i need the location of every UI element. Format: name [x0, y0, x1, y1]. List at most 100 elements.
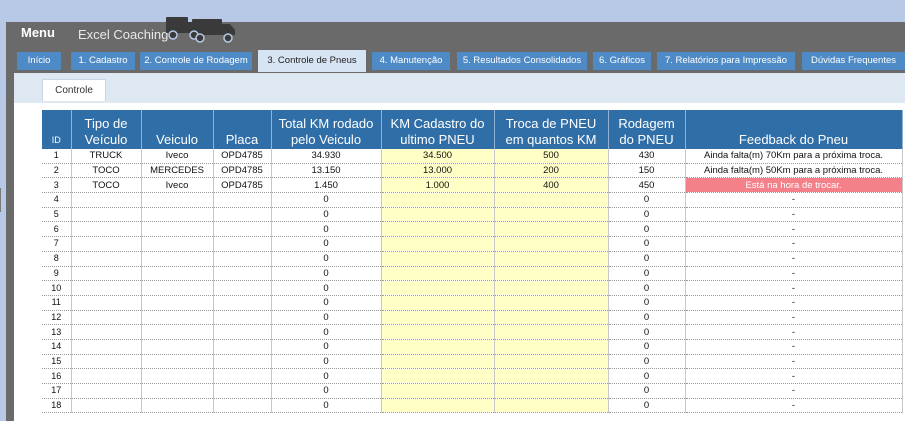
cell-km-cadastro[interactable] [381, 236, 495, 252]
cell-feedback[interactable]: - [685, 295, 903, 311]
cell-km-cadastro[interactable] [381, 310, 495, 326]
cell-tipo-veiculo[interactable] [71, 236, 142, 252]
cell-troca-pneu[interactable] [494, 354, 609, 370]
cell-feedback[interactable]: - [685, 398, 903, 414]
cell-id[interactable]: 5 [42, 207, 72, 223]
cell-troca-pneu[interactable]: 400 [494, 177, 609, 194]
cell-placa[interactable] [213, 192, 272, 208]
cell-rodagem[interactable]: 0 [608, 192, 686, 208]
cell-tipo-veiculo[interactable] [71, 295, 142, 311]
cell-veiculo[interactable] [141, 339, 214, 355]
cell-km-cadastro[interactable]: 13.000 [381, 163, 495, 179]
cell-tipo-veiculo[interactable] [71, 221, 142, 238]
cell-feedback[interactable]: Ainda falta(m) 70Km para a próxima troca… [685, 149, 903, 164]
cell-rodagem[interactable]: 0 [608, 398, 686, 414]
cell-feedback[interactable]: - [685, 324, 903, 340]
cell-rodagem[interactable]: 0 [608, 339, 686, 355]
cell-rodagem[interactable]: 0 [608, 295, 686, 311]
cell-feedback[interactable]: - [685, 236, 903, 252]
cell-rodagem[interactable]: 0 [608, 368, 686, 384]
cell-placa[interactable] [213, 310, 272, 326]
cell-km-cadastro[interactable] [381, 339, 495, 355]
cell-km-cadastro[interactable] [381, 354, 495, 370]
cell-rodagem[interactable]: 0 [608, 266, 686, 282]
cell-total-km[interactable]: 0 [271, 398, 382, 414]
cell-km-cadastro[interactable]: 34.500 [381, 149, 495, 164]
cell-tipo-veiculo[interactable] [71, 354, 142, 370]
cell-troca-pneu[interactable] [494, 383, 609, 399]
cell-km-cadastro[interactable] [381, 221, 495, 238]
cell-feedback[interactable]: - [685, 266, 903, 282]
cell-troca-pneu[interactable] [494, 236, 609, 252]
cell-veiculo[interactable] [141, 354, 214, 370]
cell-km-cadastro[interactable] [381, 295, 495, 311]
cell-placa[interactable]: OPD4785 [213, 149, 272, 164]
cell-placa[interactable] [213, 295, 272, 311]
cell-rodagem[interactable]: 0 [608, 221, 686, 238]
cell-total-km[interactable]: 0 [271, 295, 382, 311]
cell-tipo-veiculo[interactable] [71, 339, 142, 355]
cell-tipo-veiculo[interactable] [71, 280, 142, 296]
cell-id[interactable]: 1 [42, 149, 72, 164]
cell-placa[interactable] [213, 266, 272, 282]
cell-total-km[interactable]: 0 [271, 310, 382, 326]
cell-troca-pneu[interactable] [494, 368, 609, 384]
cell-feedback[interactable]: - [685, 354, 903, 370]
cell-veiculo[interactable] [141, 368, 214, 384]
cell-rodagem[interactable]: 0 [608, 251, 686, 267]
cell-feedback[interactable]: - [685, 251, 903, 267]
cell-total-km[interactable]: 1.450 [271, 177, 382, 194]
cell-total-km[interactable]: 0 [271, 383, 382, 399]
cell-rodagem[interactable]: 0 [608, 310, 686, 326]
cell-total-km[interactable]: 0 [271, 280, 382, 296]
cell-veiculo[interactable] [141, 221, 214, 238]
cell-placa[interactable] [213, 383, 272, 399]
cell-id[interactable]: 17 [42, 383, 72, 399]
cell-tipo-veiculo[interactable] [71, 251, 142, 267]
cell-id[interactable]: 12 [42, 310, 72, 326]
cell-feedback[interactable]: - [685, 280, 903, 296]
cell-total-km[interactable]: 34.930 [271, 149, 382, 164]
cell-veiculo[interactable] [141, 280, 214, 296]
tab-controle-rodagem[interactable]: 2. Controle de Rodagem [140, 52, 252, 70]
cell-veiculo[interactable] [141, 383, 214, 399]
cell-tipo-veiculo[interactable] [71, 398, 142, 414]
cell-feedback[interactable]: - [685, 221, 903, 238]
cell-rodagem[interactable]: 450 [608, 177, 686, 194]
cell-feedback[interactable]: - [685, 368, 903, 384]
cell-id[interactable]: 8 [42, 251, 72, 267]
cell-placa[interactable] [213, 398, 272, 414]
cell-id[interactable]: 18 [42, 398, 72, 414]
cell-id[interactable]: 6 [42, 221, 72, 238]
cell-veiculo[interactable]: Iveco [141, 177, 214, 194]
cell-veiculo[interactable] [141, 207, 214, 223]
cell-total-km[interactable]: 0 [271, 236, 382, 252]
cell-veiculo[interactable] [141, 324, 214, 340]
cell-veiculo[interactable] [141, 251, 214, 267]
cell-id[interactable]: 16 [42, 368, 72, 384]
cell-id[interactable]: 3 [42, 177, 72, 194]
tab-resultados-consolidados[interactable]: 5. Resultados Consolidados [457, 52, 587, 70]
cell-tipo-veiculo[interactable] [71, 207, 142, 223]
cell-km-cadastro[interactable]: 1.000 [381, 177, 495, 194]
cell-veiculo[interactable] [141, 236, 214, 252]
cell-feedback[interactable]: - [685, 339, 903, 355]
cell-rodagem[interactable]: 0 [608, 280, 686, 296]
cell-rodagem[interactable]: 0 [608, 354, 686, 370]
cell-km-cadastro[interactable] [381, 324, 495, 340]
cell-tipo-veiculo[interactable] [71, 383, 142, 399]
cell-placa[interactable]: OPD4785 [213, 163, 272, 179]
tab-controle-pneus[interactable]: 3. Controle de Pneus [258, 50, 366, 72]
tab-duvidas-frequentes[interactable]: Dúvidas Frequentes [802, 52, 905, 70]
cell-tipo-veiculo[interactable] [71, 310, 142, 326]
tab-cadastro[interactable]: 1. Cadastro [71, 52, 135, 70]
menu-button[interactable]: Menu [7, 23, 70, 43]
cell-placa[interactable] [213, 221, 272, 238]
cell-rodagem[interactable]: 430 [608, 149, 686, 164]
cell-tipo-veiculo[interactable] [71, 266, 142, 282]
subtab-controle[interactable]: Controle [42, 79, 106, 101]
cell-placa[interactable] [213, 280, 272, 296]
cell-tipo-veiculo[interactable]: TOCO [71, 163, 142, 179]
cell-tipo-veiculo[interactable]: TOCO [71, 177, 142, 194]
cell-total-km[interactable]: 0 [271, 368, 382, 384]
